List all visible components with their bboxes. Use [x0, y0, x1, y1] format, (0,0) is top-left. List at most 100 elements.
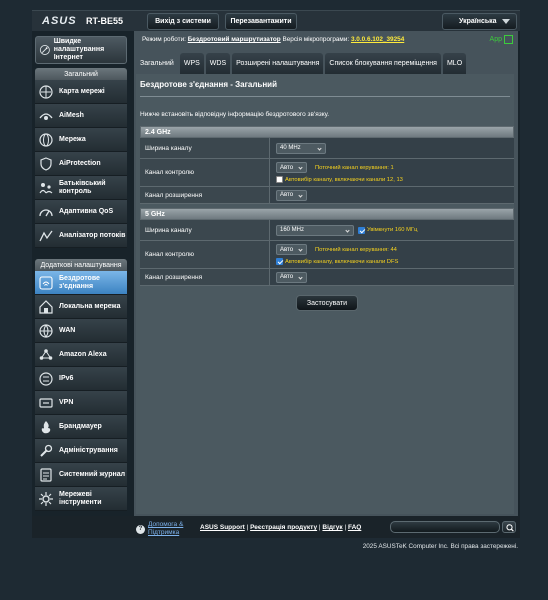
qis-label: Швидке налаштування Інтернет — [53, 38, 105, 61]
network-map-icon — [38, 84, 54, 100]
bandwidth-24-select[interactable]: 40 MHz — [276, 142, 326, 154]
tab-1[interactable]: WPS — [179, 53, 204, 74]
search-button[interactable] — [502, 521, 516, 533]
system-log-icon — [38, 467, 54, 483]
asus-logo[interactable]: ASUS — [42, 15, 77, 27]
footer-links: ASUS Support | Реєстрація продукту | Від… — [200, 524, 361, 531]
administration-icon — [38, 443, 54, 459]
aimesh-icon — [38, 108, 54, 124]
sidebar-item-parental-control[interactable]: Батьківський контроль — [35, 176, 127, 200]
shield-icon — [38, 156, 54, 172]
help-support-link[interactable]: ? Допомога & Підтримка — [136, 521, 194, 537]
extension-channel-5-select[interactable]: Авто — [276, 271, 307, 283]
enable-160-checkbox[interactable] — [358, 226, 365, 234]
extension-channel-24-select[interactable]: Авто — [276, 189, 307, 201]
sidebar-item-label: Брандмауер — [59, 422, 102, 430]
sidebar-item-administration[interactable]: Адміністрування — [35, 439, 127, 463]
table-row: Канал розширення Авто — [140, 187, 514, 204]
ipv6-icon — [38, 371, 54, 387]
sidebar-item-wireless[interactable]: Бездротове з'єднання — [35, 271, 127, 295]
tab-2[interactable]: WDS — [205, 53, 231, 74]
sidebar-item-vpn[interactable]: VPN — [35, 391, 127, 415]
panel-description: Нижче встановіть відповідну інформацію б… — [140, 111, 330, 118]
auto-channel-24-label: Автовибір каналу, включаючи канали 12, 1… — [285, 176, 403, 183]
tab-4[interactable]: Список блокування переміщення — [325, 53, 441, 74]
logout-button[interactable]: Вихід з системи — [147, 13, 219, 30]
sidebar-item-firewall[interactable]: Брандмауер — [35, 415, 127, 439]
table-row: Ширина каналу 160 MHz Увімкнути 160 МГц — [140, 220, 514, 241]
asus-support-link[interactable]: ASUS Support — [200, 524, 245, 531]
app-link[interactable]: App — [490, 36, 502, 43]
apply-button[interactable]: Застосувати — [296, 295, 358, 311]
bandwidth-5-select[interactable]: 160 MHz — [276, 224, 354, 236]
enable-160-label: Увімкнути 160 МГц — [367, 227, 418, 233]
help-label: Допомога & Підтримка — [148, 521, 184, 536]
wireless-icon — [38, 275, 54, 291]
sidebar-item-ipv6[interactable]: IPv6 — [35, 367, 127, 391]
sidebar-item-network-tools[interactable]: Мережеві інструменти — [35, 487, 127, 511]
band-5-header: 5 GHz — [140, 208, 514, 220]
faq-link[interactable]: FAQ — [348, 524, 361, 531]
sidebar-item-globe-network[interactable]: Мережа — [35, 128, 127, 152]
panel-title: Бездротове з'єднання - Загальний — [140, 80, 278, 89]
sidebar-item-label: Локальна мережа — [59, 302, 121, 310]
faq-search-input[interactable] — [390, 521, 500, 533]
traffic-analyzer-icon — [38, 228, 54, 244]
alexa-icon — [38, 347, 54, 363]
auto-channel-24-checkbox[interactable] — [276, 176, 283, 183]
mode-link[interactable]: Бездротовий маршрутизатор — [188, 36, 281, 43]
sidebar-item-system-log[interactable]: Системний журнал — [35, 463, 127, 487]
qos-gauge-icon — [38, 204, 54, 220]
bandwidth-label: Ширина каналу — [140, 220, 270, 240]
footer: ? Допомога & Підтримка ASUS Support | Ре… — [32, 516, 520, 538]
extension-channel-label: Канал розширення — [140, 187, 270, 203]
chevron-down-icon — [298, 165, 303, 170]
sidebar-item-alexa[interactable]: Amazon Alexa — [35, 343, 127, 367]
tab-5[interactable]: MLO — [442, 53, 467, 74]
sidebar-item-home-lan[interactable]: Локальна мережа — [35, 295, 127, 319]
tab-3[interactable]: Розширені налаштування — [232, 53, 324, 74]
search-icon — [506, 524, 514, 532]
auto-channel-dfs-label: Автовибір каналу, включаючи канали DFS — [285, 258, 399, 265]
auto-channel-dfs-checkbox[interactable] — [276, 258, 283, 265]
sidebar-item-wan-globe[interactable]: WAN — [35, 319, 127, 343]
sidebar-item-traffic-analyzer[interactable]: Аналізатор потоків — [35, 224, 127, 248]
chevron-down-icon — [317, 145, 322, 151]
chevron-down-icon — [298, 274, 303, 280]
wand-icon — [39, 45, 50, 55]
tab-0[interactable]: Загальний — [136, 53, 178, 74]
title-divider — [140, 96, 510, 97]
table-row: Канал контролю Авто Поточний канал керув… — [140, 159, 514, 187]
control-channel-5-select[interactable]: Авто — [276, 244, 307, 255]
sidebar-item-aimesh[interactable]: AiMesh — [35, 104, 127, 128]
sidebar-item-label: IPv6 — [59, 374, 74, 382]
control-channel-24-select[interactable]: Авто — [276, 162, 307, 173]
language-select[interactable]: Українська — [442, 13, 517, 30]
reboot-button[interactable]: Перезавантажити — [225, 13, 297, 30]
sidebar-item-label: Адаптивна QoS — [59, 207, 114, 215]
chevron-down-icon — [345, 227, 350, 233]
feedback-link[interactable]: Відгук — [322, 524, 342, 531]
control-channel-label: Канал контролю — [140, 241, 270, 268]
product-registration-link[interactable]: Реєстрація продукту — [250, 524, 317, 531]
globe-network-icon — [38, 132, 54, 148]
separator: | — [344, 524, 347, 531]
sidebar-item-shield[interactable]: AiProtection — [35, 152, 127, 176]
table-row: Канал розширення Авто — [140, 269, 514, 286]
quick-internet-setup-button[interactable]: Швидке налаштування Інтернет — [35, 36, 127, 64]
sidebar-item-label: AiMesh — [59, 111, 84, 119]
firmware-link[interactable]: 3.0.0.6.102_39254 — [351, 36, 404, 43]
sidebar-item-qos-gauge[interactable]: Адаптивна QoS — [35, 200, 127, 224]
sidebar-item-label: Мережеві інструменти — [59, 490, 102, 506]
main-frame: Швидке налаштування Інтернет Загальний К… — [32, 31, 520, 536]
sidebar-item-label: Карта мережі — [59, 87, 105, 95]
home-lan-icon — [38, 299, 54, 315]
sidebar-item-label: Системний журнал — [59, 470, 126, 478]
advanced-section-header: Додаткові налаштування — [35, 259, 127, 271]
content-area: Режим роботи: Бездротовий маршрутизатор … — [134, 31, 518, 519]
sidebar-item-network-map[interactable]: Карта мережі — [35, 80, 127, 104]
band-5-table: 5 GHz Ширина каналу 160 MHz Увімкнути 16… — [140, 208, 514, 286]
app-icon[interactable] — [504, 35, 513, 44]
band-24-header: 2.4 GHz — [140, 126, 514, 138]
sidebar-item-label: Мережа — [59, 135, 86, 143]
